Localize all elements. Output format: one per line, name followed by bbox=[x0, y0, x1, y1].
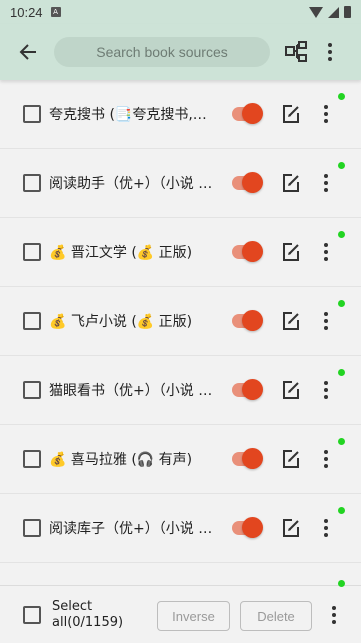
source-row[interactable]: 阅读助手（优+）（小说 书… bbox=[0, 149, 361, 218]
source-row[interactable]: 夸克搜书 (📑夸克搜书,通… bbox=[0, 80, 361, 149]
source-row[interactable]: 阅读库子（优+）（小说 书… bbox=[0, 494, 361, 563]
source-checkbox[interactable] bbox=[23, 243, 41, 261]
online-status-dot bbox=[338, 162, 345, 169]
enable-switch[interactable] bbox=[230, 241, 264, 263]
more-vert-icon[interactable] bbox=[322, 40, 338, 64]
source-row[interactable]: 💰 喜马拉雅 (🎧 有声) bbox=[0, 425, 361, 494]
search-box[interactable] bbox=[54, 37, 270, 67]
more-vert-icon[interactable] bbox=[318, 516, 334, 540]
online-status-dot bbox=[338, 507, 345, 514]
more-vert-icon[interactable] bbox=[318, 102, 334, 126]
edit-icon[interactable] bbox=[281, 311, 301, 331]
more-vert-icon[interactable] bbox=[318, 378, 334, 402]
select-all-checkbox[interactable] bbox=[23, 605, 41, 624]
enable-switch[interactable] bbox=[230, 517, 264, 539]
more-vert-icon[interactable] bbox=[318, 309, 334, 333]
switch-thumb bbox=[242, 310, 263, 331]
source-list: 夸克搜书 (📑夸克搜书,通… 阅读助手（优+）（小说 书… 💰 晋江文学 (💰 … bbox=[0, 80, 361, 585]
online-status-dot bbox=[338, 231, 345, 238]
toolbar bbox=[0, 24, 361, 80]
source-checkbox[interactable] bbox=[23, 105, 41, 123]
edit-icon[interactable] bbox=[281, 104, 301, 124]
source-name: 阅读助手（优+）（小说 书… bbox=[49, 176, 217, 192]
enable-switch[interactable] bbox=[230, 379, 264, 401]
signal-icon bbox=[328, 6, 339, 18]
source-name: 阅读库子（优+）（小说 书… bbox=[49, 521, 217, 537]
source-row[interactable]: 猫眼看书（优+）（小说 书… bbox=[0, 356, 361, 425]
switch-thumb bbox=[242, 517, 263, 538]
group-icon[interactable] bbox=[284, 40, 308, 64]
more-vert-icon[interactable] bbox=[318, 447, 334, 471]
switch-thumb bbox=[242, 241, 263, 262]
edit-icon[interactable] bbox=[281, 518, 301, 538]
source-checkbox[interactable] bbox=[23, 519, 41, 537]
edit-icon[interactable] bbox=[281, 242, 301, 262]
status-bar: 10:24 A bbox=[0, 0, 361, 24]
source-row[interactable]: 💰 晋江文学 (💰 正版) bbox=[0, 218, 361, 287]
back-arrow-icon[interactable] bbox=[14, 38, 42, 66]
source-checkbox[interactable] bbox=[23, 312, 41, 330]
wifi-icon bbox=[309, 6, 323, 18]
online-status-dot bbox=[338, 369, 345, 376]
inverse-button[interactable]: Inverse bbox=[157, 601, 230, 631]
select-all-label[interactable]: Select all(0/1159) bbox=[52, 599, 132, 631]
enable-switch[interactable] bbox=[230, 103, 264, 125]
source-checkbox[interactable] bbox=[23, 174, 41, 192]
switch-thumb bbox=[242, 103, 263, 124]
source-checkbox[interactable] bbox=[23, 450, 41, 468]
notification-badge-icon: A bbox=[50, 7, 61, 17]
source-name: 💰 飞卢小说 (💰 正版) bbox=[49, 314, 193, 330]
delete-button[interactable]: Delete bbox=[240, 601, 312, 631]
switch-thumb bbox=[242, 448, 263, 469]
edit-icon[interactable] bbox=[281, 173, 301, 193]
source-name: 夸克搜书 (📑夸克搜书,通… bbox=[49, 107, 217, 123]
source-row[interactable]: 💰 飞卢小说 (💰 正版) bbox=[0, 287, 361, 356]
switch-thumb bbox=[242, 379, 263, 400]
enable-switch[interactable] bbox=[230, 448, 264, 470]
source-name: 猫眼看书（优+）（小说 书… bbox=[49, 383, 217, 399]
online-status-dot bbox=[338, 300, 345, 307]
enable-switch[interactable] bbox=[230, 310, 264, 332]
more-vert-icon[interactable] bbox=[318, 171, 334, 195]
enable-switch[interactable] bbox=[230, 172, 264, 194]
online-status-dot bbox=[338, 93, 345, 100]
bottom-bar: Select all(0/1159) Inverse Delete bbox=[0, 580, 361, 643]
online-status-dot bbox=[338, 580, 345, 587]
switch-thumb bbox=[242, 172, 263, 193]
edit-icon[interactable] bbox=[281, 449, 301, 469]
bottom-more-vert-icon[interactable] bbox=[326, 603, 342, 627]
source-checkbox[interactable] bbox=[23, 381, 41, 399]
search-input[interactable] bbox=[54, 44, 270, 60]
source-name: 💰 晋江文学 (💰 正版) bbox=[49, 245, 193, 261]
status-time: 10:24 bbox=[10, 4, 43, 20]
online-status-dot bbox=[338, 438, 345, 445]
source-name: 💰 喜马拉雅 (🎧 有声) bbox=[49, 452, 193, 468]
edit-icon[interactable] bbox=[281, 380, 301, 400]
battery-icon bbox=[344, 6, 351, 18]
more-vert-icon[interactable] bbox=[318, 240, 334, 264]
